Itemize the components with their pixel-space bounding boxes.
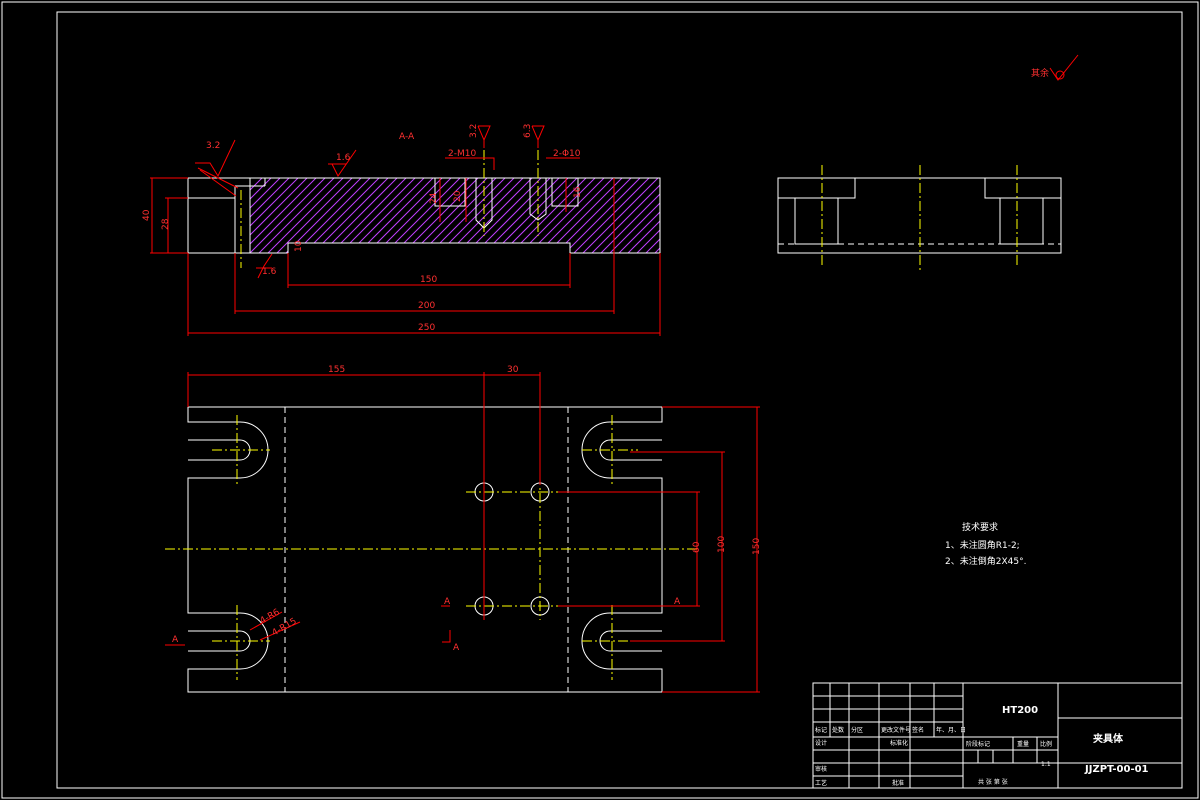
- outer-border: [1, 1, 1199, 799]
- part-name: 夹具体: [1093, 732, 1124, 745]
- roughness-value-top-left: 3.2: [206, 141, 220, 151]
- dim-100: 100: [717, 536, 727, 553]
- roughness-hole-b: 6.3: [523, 124, 545, 148]
- roughness-hole-a: 3.2: [469, 124, 491, 148]
- roughness-value-bottom-left: 1.6: [262, 267, 277, 277]
- col-header-zone: 分区: [851, 726, 863, 734]
- general-roughness-symbol: 其余: [1031, 54, 1079, 81]
- roughness-bottom-left: 1.6: [256, 253, 277, 279]
- general-roughness-label: 其余: [1031, 67, 1049, 79]
- approve-label: 批准: [892, 779, 904, 787]
- dim-depth-20: 20: [453, 190, 463, 202]
- tech-req-item-1: 1、未注圆角R1-2;: [945, 539, 1020, 551]
- std-label: 标准化: [890, 739, 908, 747]
- hatch-line: [675, 170, 765, 260]
- roughness-top-left: 3.2: [195, 139, 239, 197]
- dim-depth-24: 24: [429, 192, 439, 204]
- col-header-count: 处数: [832, 726, 844, 734]
- dim-155: 155: [328, 365, 345, 375]
- dim-height-28: 28: [161, 218, 171, 230]
- dim-length-200: 200: [418, 301, 435, 311]
- dim-length-150: 150: [420, 275, 437, 285]
- tech-req-title: 技术要求: [962, 521, 998, 533]
- title-block: HT200 夹具体 JJZPT-00-01 1:1 标记 设计 审核 工艺 处数…: [812, 682, 1183, 789]
- hatch-line: [250, 178, 325, 253]
- stage-label: 阶段标记: [966, 740, 990, 748]
- hatch-line: [684, 170, 774, 260]
- roughness-top-face: 1.6: [328, 149, 357, 177]
- material-label: HT200: [1002, 705, 1038, 716]
- slot-label-r6: 4-R6: [259, 607, 282, 626]
- section-title: A-A: [399, 132, 415, 142]
- col-header-sign: 签名: [912, 726, 924, 734]
- engineering-drawing: 其余 A-A 40 28 24 20 16 10 2-M10 2-Φ10 150…: [0, 0, 1200, 800]
- sheet-label: 共 张 第 张: [978, 778, 1008, 786]
- section-mark-left: A: [172, 635, 179, 645]
- dim-length-250: 250: [418, 323, 435, 333]
- hatch-line: [738, 170, 828, 260]
- row-label-design: 设计: [815, 739, 827, 747]
- row-label-process: 工艺: [815, 779, 827, 787]
- dim-depth-16: 16: [573, 186, 583, 198]
- scale-value: 1:1: [1041, 761, 1051, 768]
- col-header-date: 年、月、日: [936, 726, 966, 734]
- roughness-value-hole-b: 6.3: [523, 124, 533, 138]
- weight-label: 重量: [1017, 740, 1029, 748]
- dim-height-40: 40: [142, 209, 152, 221]
- front-section-view: A-A 40 28 24 20 16 10 2-M10 2-Φ10 150 20…: [142, 124, 846, 336]
- hatch-line: [711, 170, 801, 260]
- hatch-line: [747, 170, 837, 260]
- tech-requirements: 技术要求 1、未注圆角R1-2; 2、未注倒角2X45°.: [945, 521, 1026, 567]
- section-hatch: [250, 170, 846, 260]
- scale-label: 比例: [1040, 740, 1052, 748]
- side-view: [777, 165, 1062, 270]
- hatch-line: [666, 170, 756, 260]
- hatch-line: [756, 170, 846, 260]
- hatch-line: [656, 178, 660, 253]
- plan-view: 155 30 150 100 60 4-R6 4-R15 A A A A: [165, 365, 762, 693]
- dim-groove-10: 10: [294, 240, 304, 252]
- section-mark-right: A: [674, 597, 681, 607]
- section-arrow-a-1: A: [444, 597, 451, 607]
- dim-60: 60: [692, 541, 702, 553]
- row-label-review: 审核: [815, 765, 827, 773]
- dim-150: 150: [752, 538, 762, 555]
- col-header-change-doc: 更改文件号: [881, 726, 911, 734]
- drawing-number: JJZPT-00-01: [1084, 764, 1149, 775]
- hatch-line: [693, 170, 783, 260]
- hole-callout-left: 2-M10: [448, 149, 476, 159]
- dim-30: 30: [507, 365, 519, 375]
- tech-req-item-2: 2、未注倒角2X45°.: [945, 555, 1026, 567]
- roughness-value-hole-a: 3.2: [469, 124, 479, 138]
- hole-callout-right: 2-Φ10: [553, 149, 581, 159]
- hatch-line: [729, 170, 819, 260]
- section-arrow-a-2: A: [453, 643, 460, 653]
- hatch-line: [647, 178, 660, 253]
- row-label-mark: 标记: [815, 726, 827, 734]
- hatch-line: [720, 170, 810, 260]
- roughness-value-top-face: 1.6: [336, 153, 351, 163]
- inner-border: [56, 11, 1183, 789]
